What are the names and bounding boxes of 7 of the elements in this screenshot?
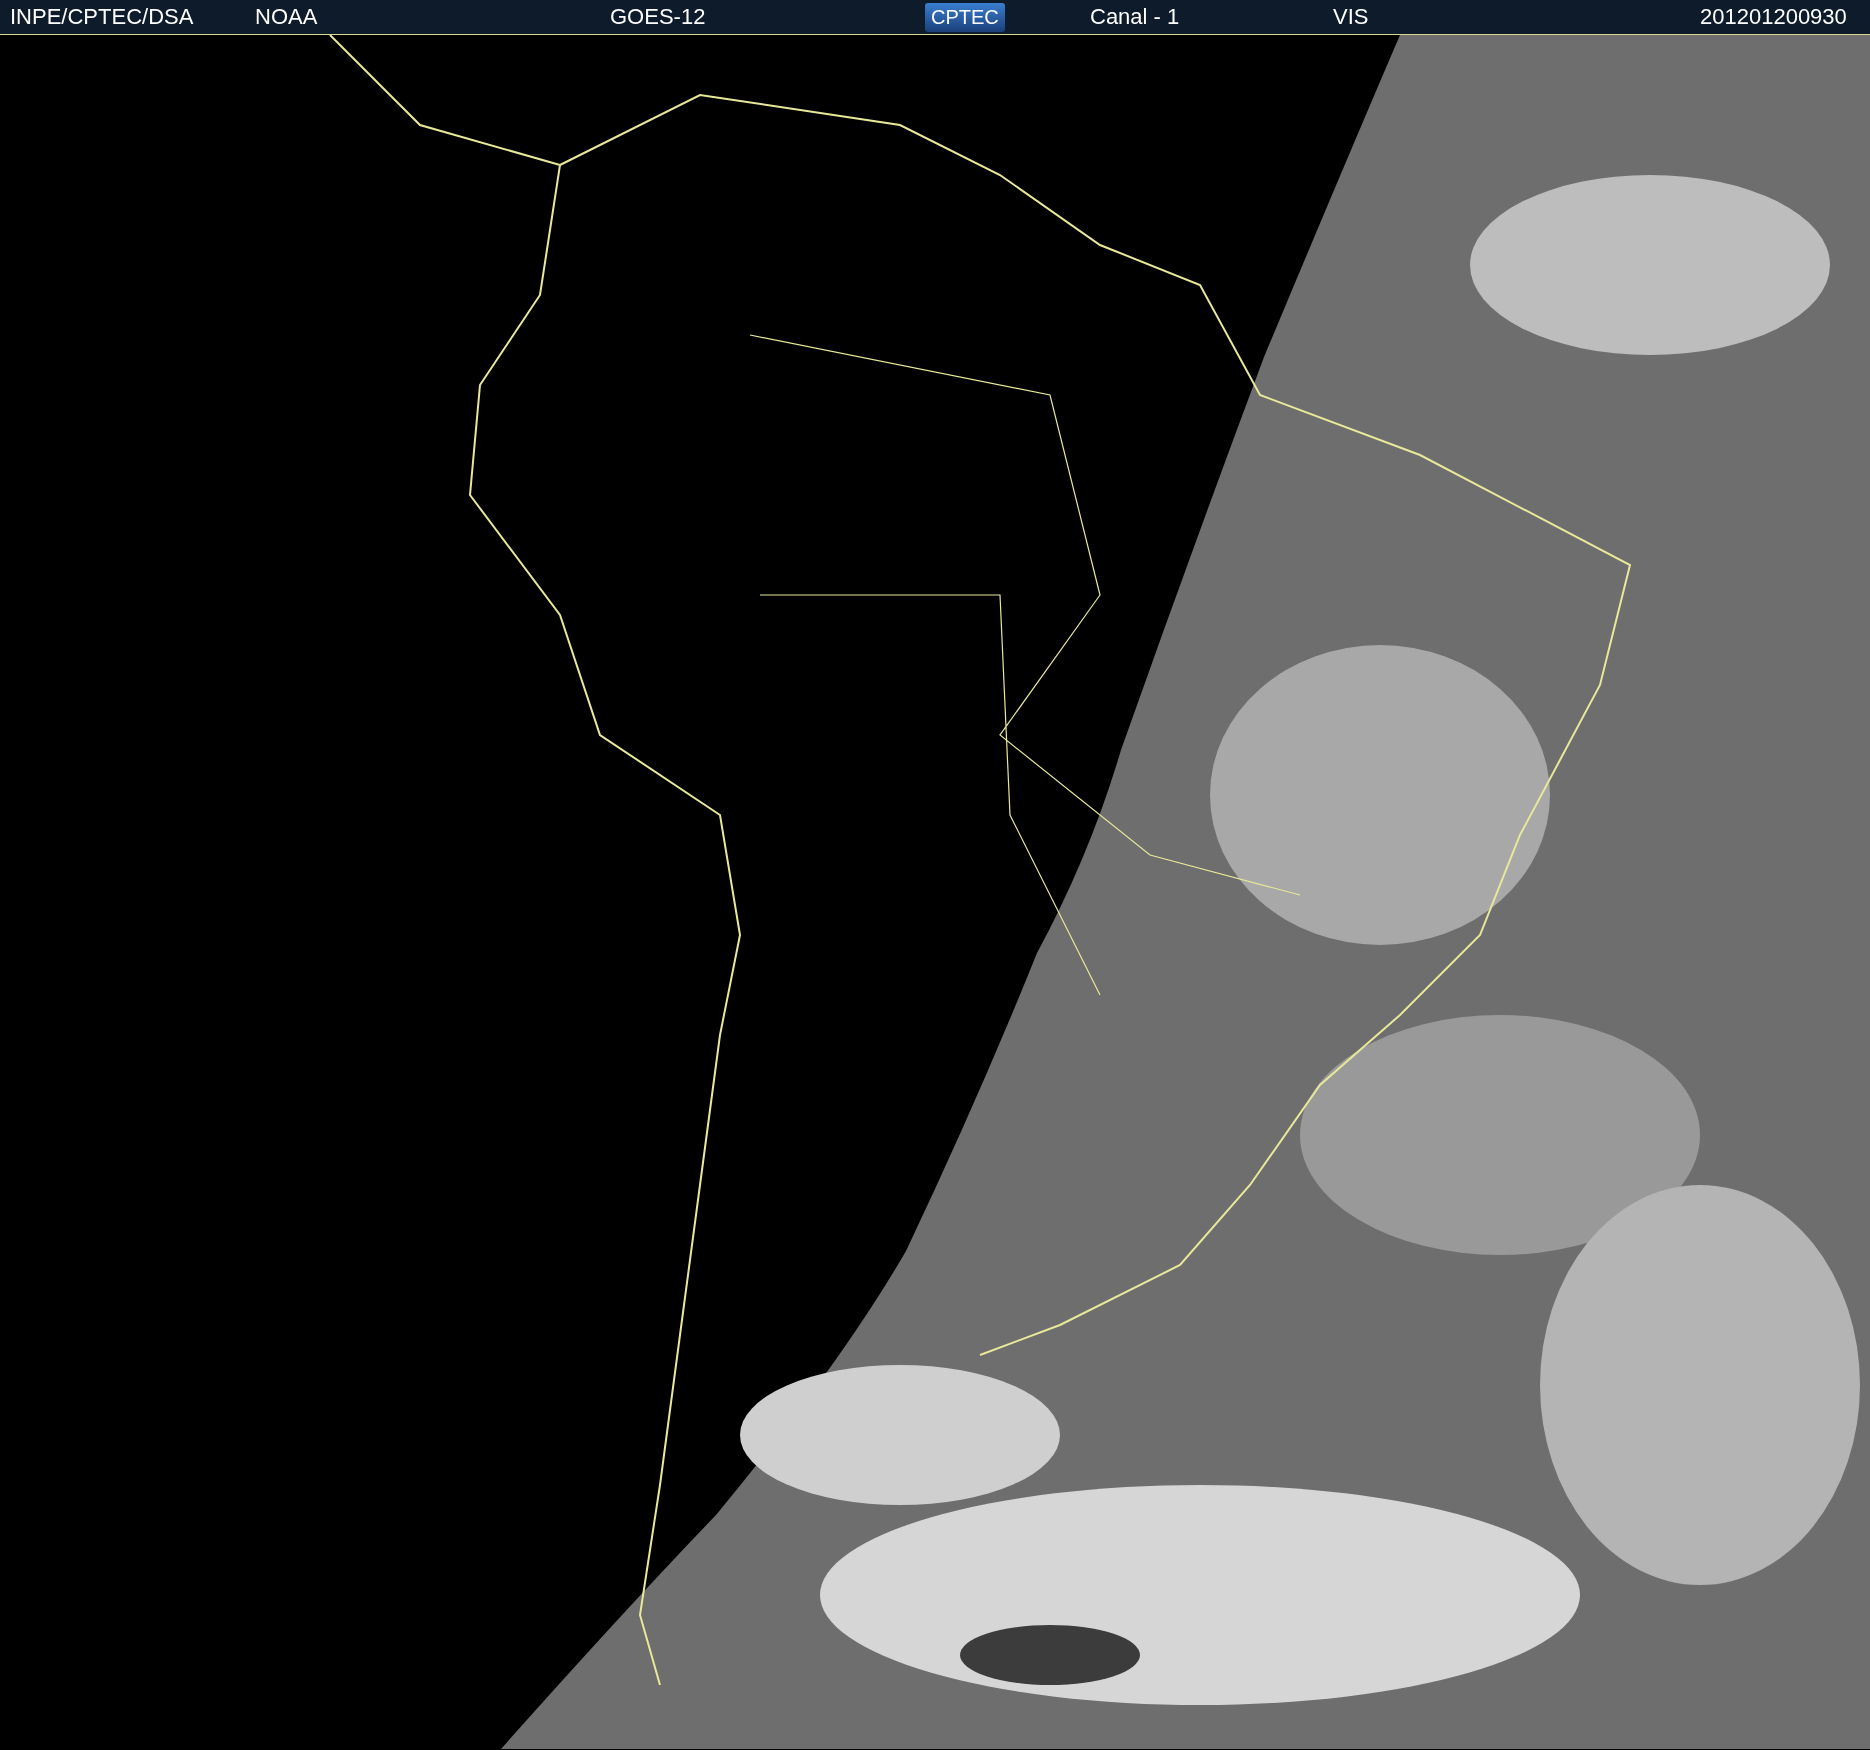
logo: CPTEC [925, 2, 1005, 32]
header-label: GOES-12 [610, 4, 706, 30]
header-label: 201201200930 [1700, 4, 1847, 30]
header-label: Canal - 1 [1090, 4, 1180, 30]
header-label: NOAA [255, 4, 318, 30]
header-label: VIS [1333, 4, 1369, 30]
header-label: INPE/CPTEC/DSA [10, 4, 194, 30]
